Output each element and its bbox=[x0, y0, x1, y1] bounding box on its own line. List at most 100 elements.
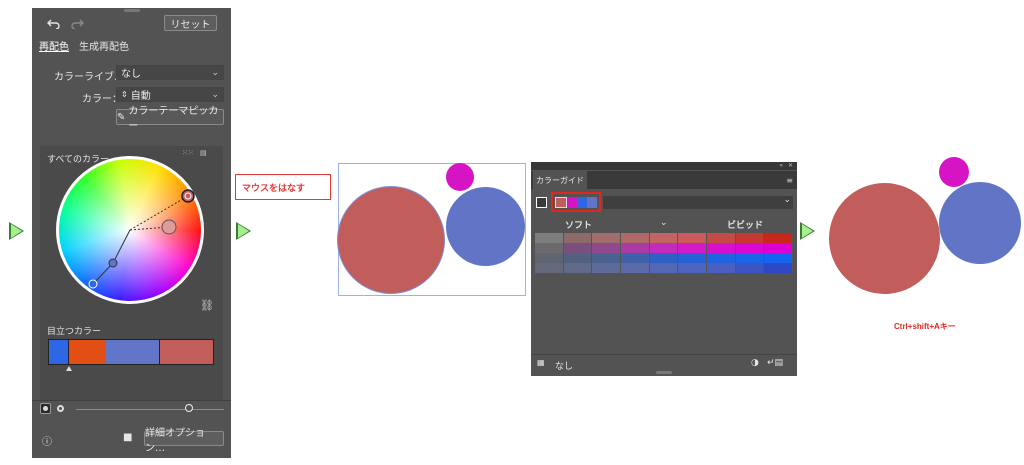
redo-icon[interactable] bbox=[70, 17, 84, 29]
color-swatch[interactable] bbox=[678, 263, 708, 273]
unlink-harmony-icon[interactable]: ⛓ bbox=[200, 299, 214, 312]
prominent-color-segment[interactable] bbox=[69, 339, 106, 365]
chevron-down-icon[interactable]: ⌄ bbox=[660, 218, 668, 228]
color-swatch[interactable] bbox=[563, 253, 593, 263]
base-color-swatch[interactable] bbox=[536, 197, 547, 208]
flow-arrow-icon bbox=[236, 222, 251, 240]
harmony-rules-dropdown[interactable] bbox=[603, 196, 793, 209]
advanced-options-button[interactable]: 詳細オプション… bbox=[144, 428, 224, 454]
color-handle[interactable] bbox=[161, 219, 177, 235]
blue-circle[interactable] bbox=[939, 182, 1021, 264]
chevron-down-icon: ⌄ bbox=[211, 90, 219, 100]
color-swatch[interactable] bbox=[678, 233, 708, 243]
swatch-library-icon[interactable]: ▦ bbox=[537, 358, 545, 367]
color-swatch[interactable] bbox=[535, 243, 564, 253]
radio-dot-icon bbox=[43, 406, 48, 411]
prominent-color-segment[interactable] bbox=[159, 339, 214, 365]
color-handle[interactable] bbox=[88, 279, 98, 289]
collapse-icon[interactable]: « bbox=[779, 162, 783, 169]
red-circle[interactable] bbox=[337, 186, 445, 294]
color-swatch[interactable] bbox=[735, 243, 765, 253]
library-label: カラーライブ… bbox=[54, 72, 124, 83]
divider bbox=[32, 400, 231, 401]
magenta-circle[interactable] bbox=[939, 157, 969, 187]
color-swatch[interactable] bbox=[678, 243, 708, 253]
stepper-icon[interactable]: ⇕ bbox=[121, 90, 128, 99]
color-swatch[interactable] bbox=[535, 233, 564, 243]
swatch-row[interactable] bbox=[535, 263, 794, 273]
strip-slider-handle[interactable] bbox=[66, 366, 72, 371]
color-theme-picker-button[interactable]: ✎ カラーテーマピッカー bbox=[116, 106, 224, 132]
tab-label: カラーガイド bbox=[536, 176, 584, 185]
folder-icon[interactable]: ■ bbox=[123, 432, 132, 443]
color-swatch[interactable] bbox=[592, 243, 622, 253]
colors-count-field[interactable]: ⇕ 自動 ⌄ bbox=[116, 87, 224, 102]
color-swatch[interactable] bbox=[678, 253, 708, 263]
info-icon[interactable]: ⓘ bbox=[42, 433, 52, 448]
color-swatch[interactable] bbox=[563, 243, 593, 253]
color-swatch[interactable] bbox=[535, 263, 564, 273]
color-swatch[interactable] bbox=[764, 263, 794, 273]
panel-grip[interactable] bbox=[656, 371, 672, 374]
prominent-colors-label: 目立つカラー bbox=[47, 327, 102, 337]
color-guide-panel: « ✕ カラーガイド ≡ ⌄ ソフト ⌄ ビビッド ▦ なし ◑ ↵▤ bbox=[531, 162, 797, 376]
colors-value: 自動 bbox=[130, 91, 151, 102]
color-swatch[interactable] bbox=[735, 253, 765, 263]
color-swatch[interactable] bbox=[621, 233, 650, 243]
save-group-icon[interactable]: ↵▤ bbox=[767, 358, 783, 368]
undo-icon[interactable] bbox=[47, 17, 61, 29]
swatch-row[interactable] bbox=[535, 243, 794, 253]
color-swatch[interactable] bbox=[592, 263, 622, 273]
swatch-row[interactable] bbox=[535, 233, 794, 243]
color-swatch[interactable] bbox=[764, 233, 794, 243]
base-color-handle[interactable] bbox=[181, 189, 195, 203]
color-swatch[interactable] bbox=[621, 253, 650, 263]
prominent-color-segment[interactable] bbox=[48, 339, 69, 365]
color-swatch[interactable] bbox=[707, 253, 736, 263]
magenta-circle[interactable] bbox=[446, 163, 474, 191]
deselect-shortcut-caption: Ctrl+shift+Aキー bbox=[894, 322, 956, 331]
color-swatch[interactable] bbox=[649, 233, 679, 243]
close-icon[interactable]: ✕ bbox=[788, 162, 793, 169]
prominent-color-segment[interactable] bbox=[106, 339, 159, 365]
color-swatch[interactable] bbox=[563, 233, 593, 243]
panel-grip[interactable] bbox=[124, 9, 140, 12]
chevron-down-icon[interactable]: ⌄ bbox=[783, 195, 791, 205]
color-swatch[interactable] bbox=[621, 263, 650, 273]
color-swatch[interactable] bbox=[649, 263, 679, 273]
tab-generative-recolor[interactable]: 生成再配色 bbox=[79, 38, 129, 53]
color-swatch[interactable] bbox=[649, 253, 679, 263]
harmony-group[interactable] bbox=[555, 197, 597, 208]
edit-colors-icon[interactable]: ◑ bbox=[751, 358, 759, 368]
color-swatch[interactable] bbox=[707, 243, 736, 253]
panel-topbar bbox=[531, 162, 797, 170]
color-swatch[interactable] bbox=[535, 253, 564, 263]
theme-picker-label: カラーテーマピッカー bbox=[128, 106, 219, 132]
color-swatch[interactable] bbox=[735, 263, 765, 273]
radio-icon[interactable] bbox=[57, 405, 64, 412]
release-mouse-callout: マウスをはなす bbox=[235, 174, 331, 200]
soft-label: ソフト bbox=[565, 221, 593, 231]
red-circle[interactable] bbox=[829, 183, 940, 294]
library-dropdown[interactable]: なし ⌄ bbox=[116, 65, 224, 80]
color-handle[interactable] bbox=[108, 258, 118, 268]
swatch-row[interactable] bbox=[535, 253, 794, 263]
color-swatch[interactable] bbox=[563, 263, 593, 273]
blue-circle[interactable] bbox=[446, 187, 525, 266]
panel-menu-icon[interactable]: ≡ bbox=[786, 176, 793, 185]
saturation-slider-track[interactable] bbox=[76, 409, 224, 410]
color-swatch[interactable] bbox=[735, 233, 765, 243]
reset-button[interactable]: リセット bbox=[164, 15, 217, 31]
color-swatch[interactable] bbox=[764, 253, 794, 263]
tab-recolor[interactable]: 再配色 bbox=[39, 38, 69, 53]
wheel-handles bbox=[88, 189, 195, 289]
color-swatch[interactable] bbox=[592, 233, 622, 243]
saturation-slider-thumb[interactable] bbox=[185, 404, 193, 412]
color-swatch[interactable] bbox=[707, 233, 736, 243]
color-swatch[interactable] bbox=[707, 263, 736, 273]
color-swatch[interactable] bbox=[649, 243, 679, 253]
divider bbox=[531, 354, 797, 355]
color-swatch[interactable] bbox=[621, 243, 650, 253]
color-swatch[interactable] bbox=[764, 243, 794, 253]
color-swatch[interactable] bbox=[592, 253, 622, 263]
